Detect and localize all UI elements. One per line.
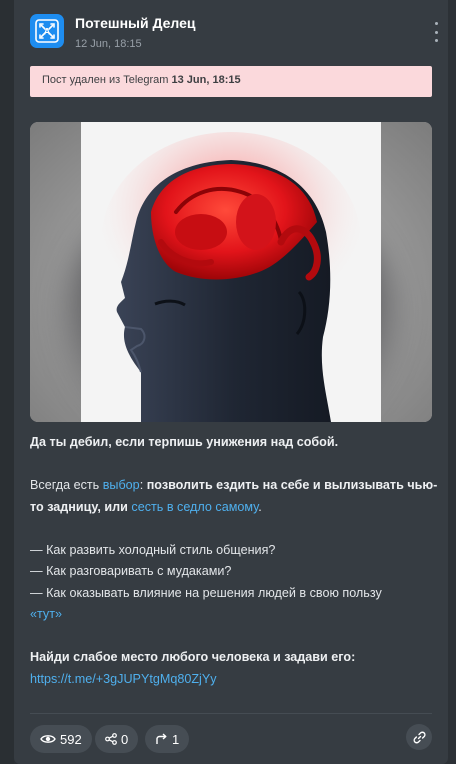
post-image[interactable] bbox=[81, 122, 381, 422]
left-panel-edge bbox=[0, 0, 14, 764]
deleted-notice: Пост удален из Telegram 13 Jun, 18:15 bbox=[30, 66, 432, 97]
link-choice[interactable]: выбор bbox=[103, 478, 140, 492]
shares-counter[interactable]: 0 bbox=[95, 725, 139, 753]
forward-arrow-icon bbox=[156, 733, 167, 744]
link-icon bbox=[413, 731, 426, 743]
question-2: — Как разговаривать с мудаками? bbox=[30, 564, 232, 578]
channel-avatar[interactable]: A bbox=[30, 14, 64, 48]
link-saddle[interactable]: сесть в седло самому bbox=[131, 500, 258, 514]
post-media[interactable] bbox=[30, 122, 432, 422]
share-icon bbox=[105, 733, 117, 745]
invite-link[interactable]: https://t.me/+3gJUPYtgMq80ZjYy bbox=[30, 672, 217, 686]
head-illustration bbox=[81, 122, 381, 422]
svg-text:A: A bbox=[44, 27, 51, 37]
post-headline: Да ты дебил, если терпишь унижения над с… bbox=[30, 435, 339, 449]
channel-avatar-icon: A bbox=[35, 19, 59, 43]
eye-icon bbox=[40, 735, 56, 743]
question-3: — Как оказывать влияние на решения людей… bbox=[30, 585, 382, 600]
deleted-notice-text: Пост удален из Telegram bbox=[42, 74, 172, 86]
post-cta: Найди слабое место любого человека и зад… bbox=[30, 650, 356, 664]
shares-count: 0 bbox=[121, 731, 129, 747]
forwards-count: 1 bbox=[172, 731, 180, 747]
post-date: 12 Jun, 18:15 bbox=[75, 38, 142, 50]
views-count: 592 bbox=[60, 731, 82, 747]
here-link[interactable]: «тут» bbox=[30, 607, 62, 621]
post-text: Да ты дебил, если терпишь унижения над с… bbox=[30, 432, 438, 690]
views-counter[interactable]: 592 bbox=[30, 725, 92, 753]
forwards-counter[interactable]: 1 bbox=[145, 725, 190, 753]
copy-link-button[interactable] bbox=[406, 724, 432, 750]
post-paragraph-choice: Всегда есть выбор: позволить ездить на с… bbox=[30, 478, 438, 514]
post-card: A Потешный Делец 12 Jun, 18:15 Пост удал… bbox=[14, 0, 448, 764]
question-1: — Как развить холодный стиль общения? bbox=[30, 542, 276, 557]
post-header: A Потешный Делец 12 Jun, 18:15 bbox=[30, 14, 440, 54]
channel-name[interactable]: Потешный Делец bbox=[75, 15, 196, 31]
deleted-notice-date: 13 Jun, 18:15 bbox=[171, 74, 241, 86]
more-options-icon[interactable] bbox=[432, 22, 440, 42]
footer-divider bbox=[30, 713, 432, 714]
